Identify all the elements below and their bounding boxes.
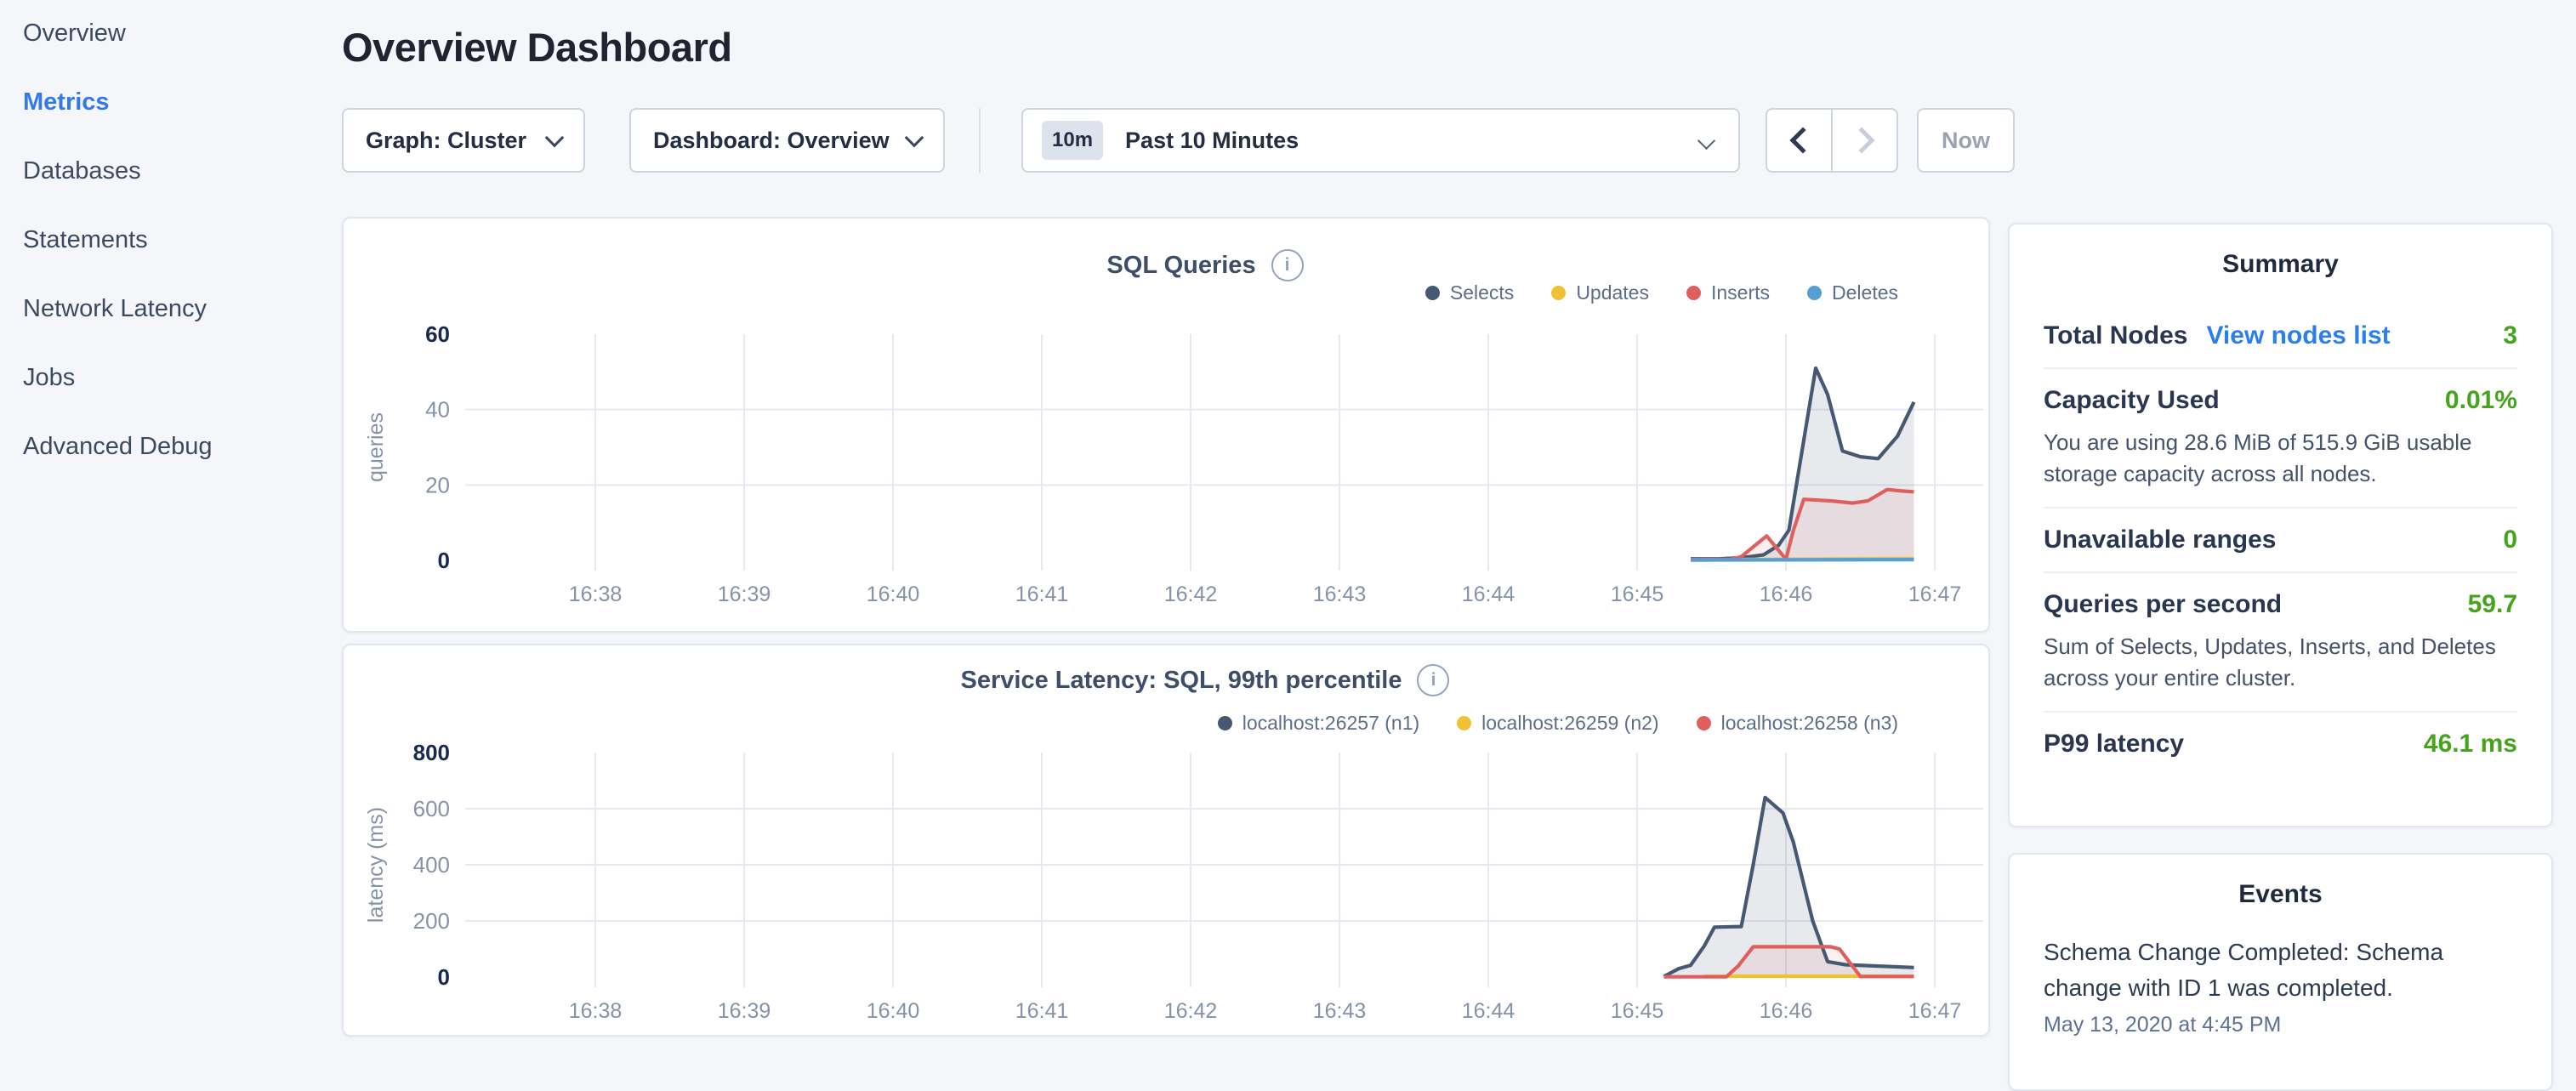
svg-text:16:38: 16:38: [569, 582, 623, 606]
summary-value: 0: [2503, 526, 2517, 554]
svg-text:queries: queries: [364, 412, 388, 482]
event-timestamp: May 13, 2020 at 4:45 PM: [2044, 1013, 2517, 1037]
graph-dropdown[interactable]: Graph: Cluster: [342, 108, 585, 173]
svg-text:16:39: 16:39: [718, 582, 771, 606]
graph-dropdown-label: Graph: Cluster: [366, 128, 526, 154]
svg-text:16:38: 16:38: [569, 999, 623, 1023]
event-message: Schema Change Completed: Schema change w…: [2044, 935, 2517, 1006]
sql-queries-chart-card: SQL Queries i SelectsUpdatesInsertsDelet…: [342, 217, 1990, 633]
controls-bar: Graph: Cluster Dashboard: Overview 10m P…: [342, 108, 2015, 173]
svg-text:16:39: 16:39: [718, 999, 771, 1023]
summary-label: Unavailable ranges: [2044, 526, 2276, 554]
events-panel: Events Schema Change Completed: Schema c…: [2008, 853, 2553, 1091]
sidebar: Overview Metrics Databases Statements Networ…: [0, 0, 340, 1051]
svg-text:16:43: 16:43: [1313, 999, 1367, 1023]
svg-text:400: 400: [413, 852, 450, 878]
svg-text:16:41: 16:41: [1015, 582, 1069, 606]
time-range-label: Past 10 Minutes: [1125, 128, 1299, 154]
svg-text:800: 800: [413, 740, 450, 765]
summary-label: P99 latency: [2044, 730, 2184, 759]
controls-divider: [979, 108, 981, 173]
svg-text:16:47: 16:47: [1908, 582, 1962, 606]
page-title: Overview Dashboard: [342, 24, 732, 71]
svg-text:latency (ms): latency (ms): [364, 807, 388, 923]
summary-heading: Summary: [2044, 250, 2517, 279]
sidebar-item-jobs[interactable]: Jobs: [0, 365, 340, 390]
sidebar-item-metrics[interactable]: Metrics: [0, 89, 340, 115]
svg-text:40: 40: [425, 397, 450, 423]
event-item[interactable]: Schema Change Completed: Schema change w…: [2044, 935, 2517, 1037]
summary-panel: Summary Total Nodes View nodes list 3 Capac…: [2008, 223, 2553, 827]
sidebar-item-overview[interactable]: Overview: [0, 20, 340, 46]
summary-label: Total Nodes: [2044, 321, 2187, 350]
svg-text:16:44: 16:44: [1462, 999, 1515, 1023]
summary-row: P99 latency 46.1 ms: [2044, 713, 2517, 776]
sidebar-item-advanced-debug[interactable]: Advanced Debug: [0, 434, 340, 459]
sql-queries-plot: 16:38 16:39 16:40 16:41 16:42 16:43 16:44 16:45…: [344, 219, 1988, 631]
chevron-down-icon: [905, 128, 924, 148]
now-button[interactable]: Now: [1917, 108, 2015, 173]
summary-row: Queries per second 59.7 Sum of Selects, Up…: [2044, 573, 2517, 711]
summary-value: 59.7: [2468, 590, 2517, 619]
svg-text:16:47: 16:47: [1908, 999, 1962, 1023]
summary-row: Total Nodes View nodes list 3: [2044, 304, 2517, 367]
summary-value: 0.01%: [2445, 386, 2517, 415]
sidebar-item-network-latency[interactable]: Network Latency: [0, 296, 340, 321]
time-range-dropdown[interactable]: 10m Past 10 Minutes: [1021, 108, 1740, 173]
svg-text:16:40: 16:40: [867, 582, 920, 606]
next-time-button[interactable]: [1831, 110, 1896, 171]
svg-text:200: 200: [413, 908, 450, 934]
svg-text:16:41: 16:41: [1015, 999, 1069, 1023]
svg-text:16:40: 16:40: [867, 999, 920, 1023]
sidebar-item-statements[interactable]: Statements: [0, 227, 340, 253]
svg-text:60: 60: [425, 321, 450, 347]
time-window-pager: [1766, 108, 1898, 173]
chevron-left-icon: [1789, 127, 1816, 153]
svg-text:600: 600: [413, 796, 450, 821]
svg-text:16:45: 16:45: [1611, 999, 1664, 1023]
dashboard-dropdown[interactable]: Dashboard: Overview: [629, 108, 945, 173]
service-latency-chart-card: Service Latency: SQL, 99th percentile i …: [342, 644, 1990, 1037]
events-heading: Events: [2044, 880, 2517, 909]
svg-text:16:45: 16:45: [1611, 582, 1664, 606]
svg-text:16:44: 16:44: [1462, 582, 1515, 606]
chevron-down-icon: [545, 128, 565, 148]
summary-label: Queries per second: [2044, 590, 2282, 619]
summary-description: Sum of Selects, Updates, Inserts, and De…: [2044, 631, 2517, 694]
svg-text:0: 0: [438, 964, 450, 990]
previous-time-button[interactable]: [1767, 110, 1831, 171]
svg-text:0: 0: [438, 548, 450, 573]
summary-row: Unavailable ranges 0: [2044, 509, 2517, 571]
sidebar-item-databases[interactable]: Databases: [0, 158, 340, 184]
svg-text:16:46: 16:46: [1760, 582, 1813, 606]
time-range-badge: 10m: [1042, 121, 1103, 160]
svg-text:16:42: 16:42: [1164, 582, 1218, 606]
chevron-right-icon: [1848, 127, 1874, 153]
summary-description: You are using 28.6 MiB of 515.9 GiB usab…: [2044, 427, 2517, 490]
dashboard-dropdown-label: Dashboard: Overview: [653, 128, 890, 154]
summary-row: Capacity Used 0.01% You are using 28.6 MiB…: [2044, 369, 2517, 507]
chevron-down-icon: [1697, 131, 1715, 149]
svg-text:16:42: 16:42: [1164, 999, 1218, 1023]
summary-value: 3: [2503, 321, 2517, 350]
svg-text:20: 20: [425, 472, 450, 497]
summary-value: 46.1 ms: [2424, 730, 2517, 759]
service-latency-plot: 16:38 16:39 16:40 16:41 16:42 16:43 16:44 16:45…: [344, 645, 1988, 1035]
svg-text:16:46: 16:46: [1760, 999, 1813, 1023]
summary-label: Capacity Used: [2044, 386, 2220, 415]
svg-text:16:43: 16:43: [1313, 582, 1367, 606]
view-nodes-list-link[interactable]: View nodes list: [2206, 321, 2390, 350]
